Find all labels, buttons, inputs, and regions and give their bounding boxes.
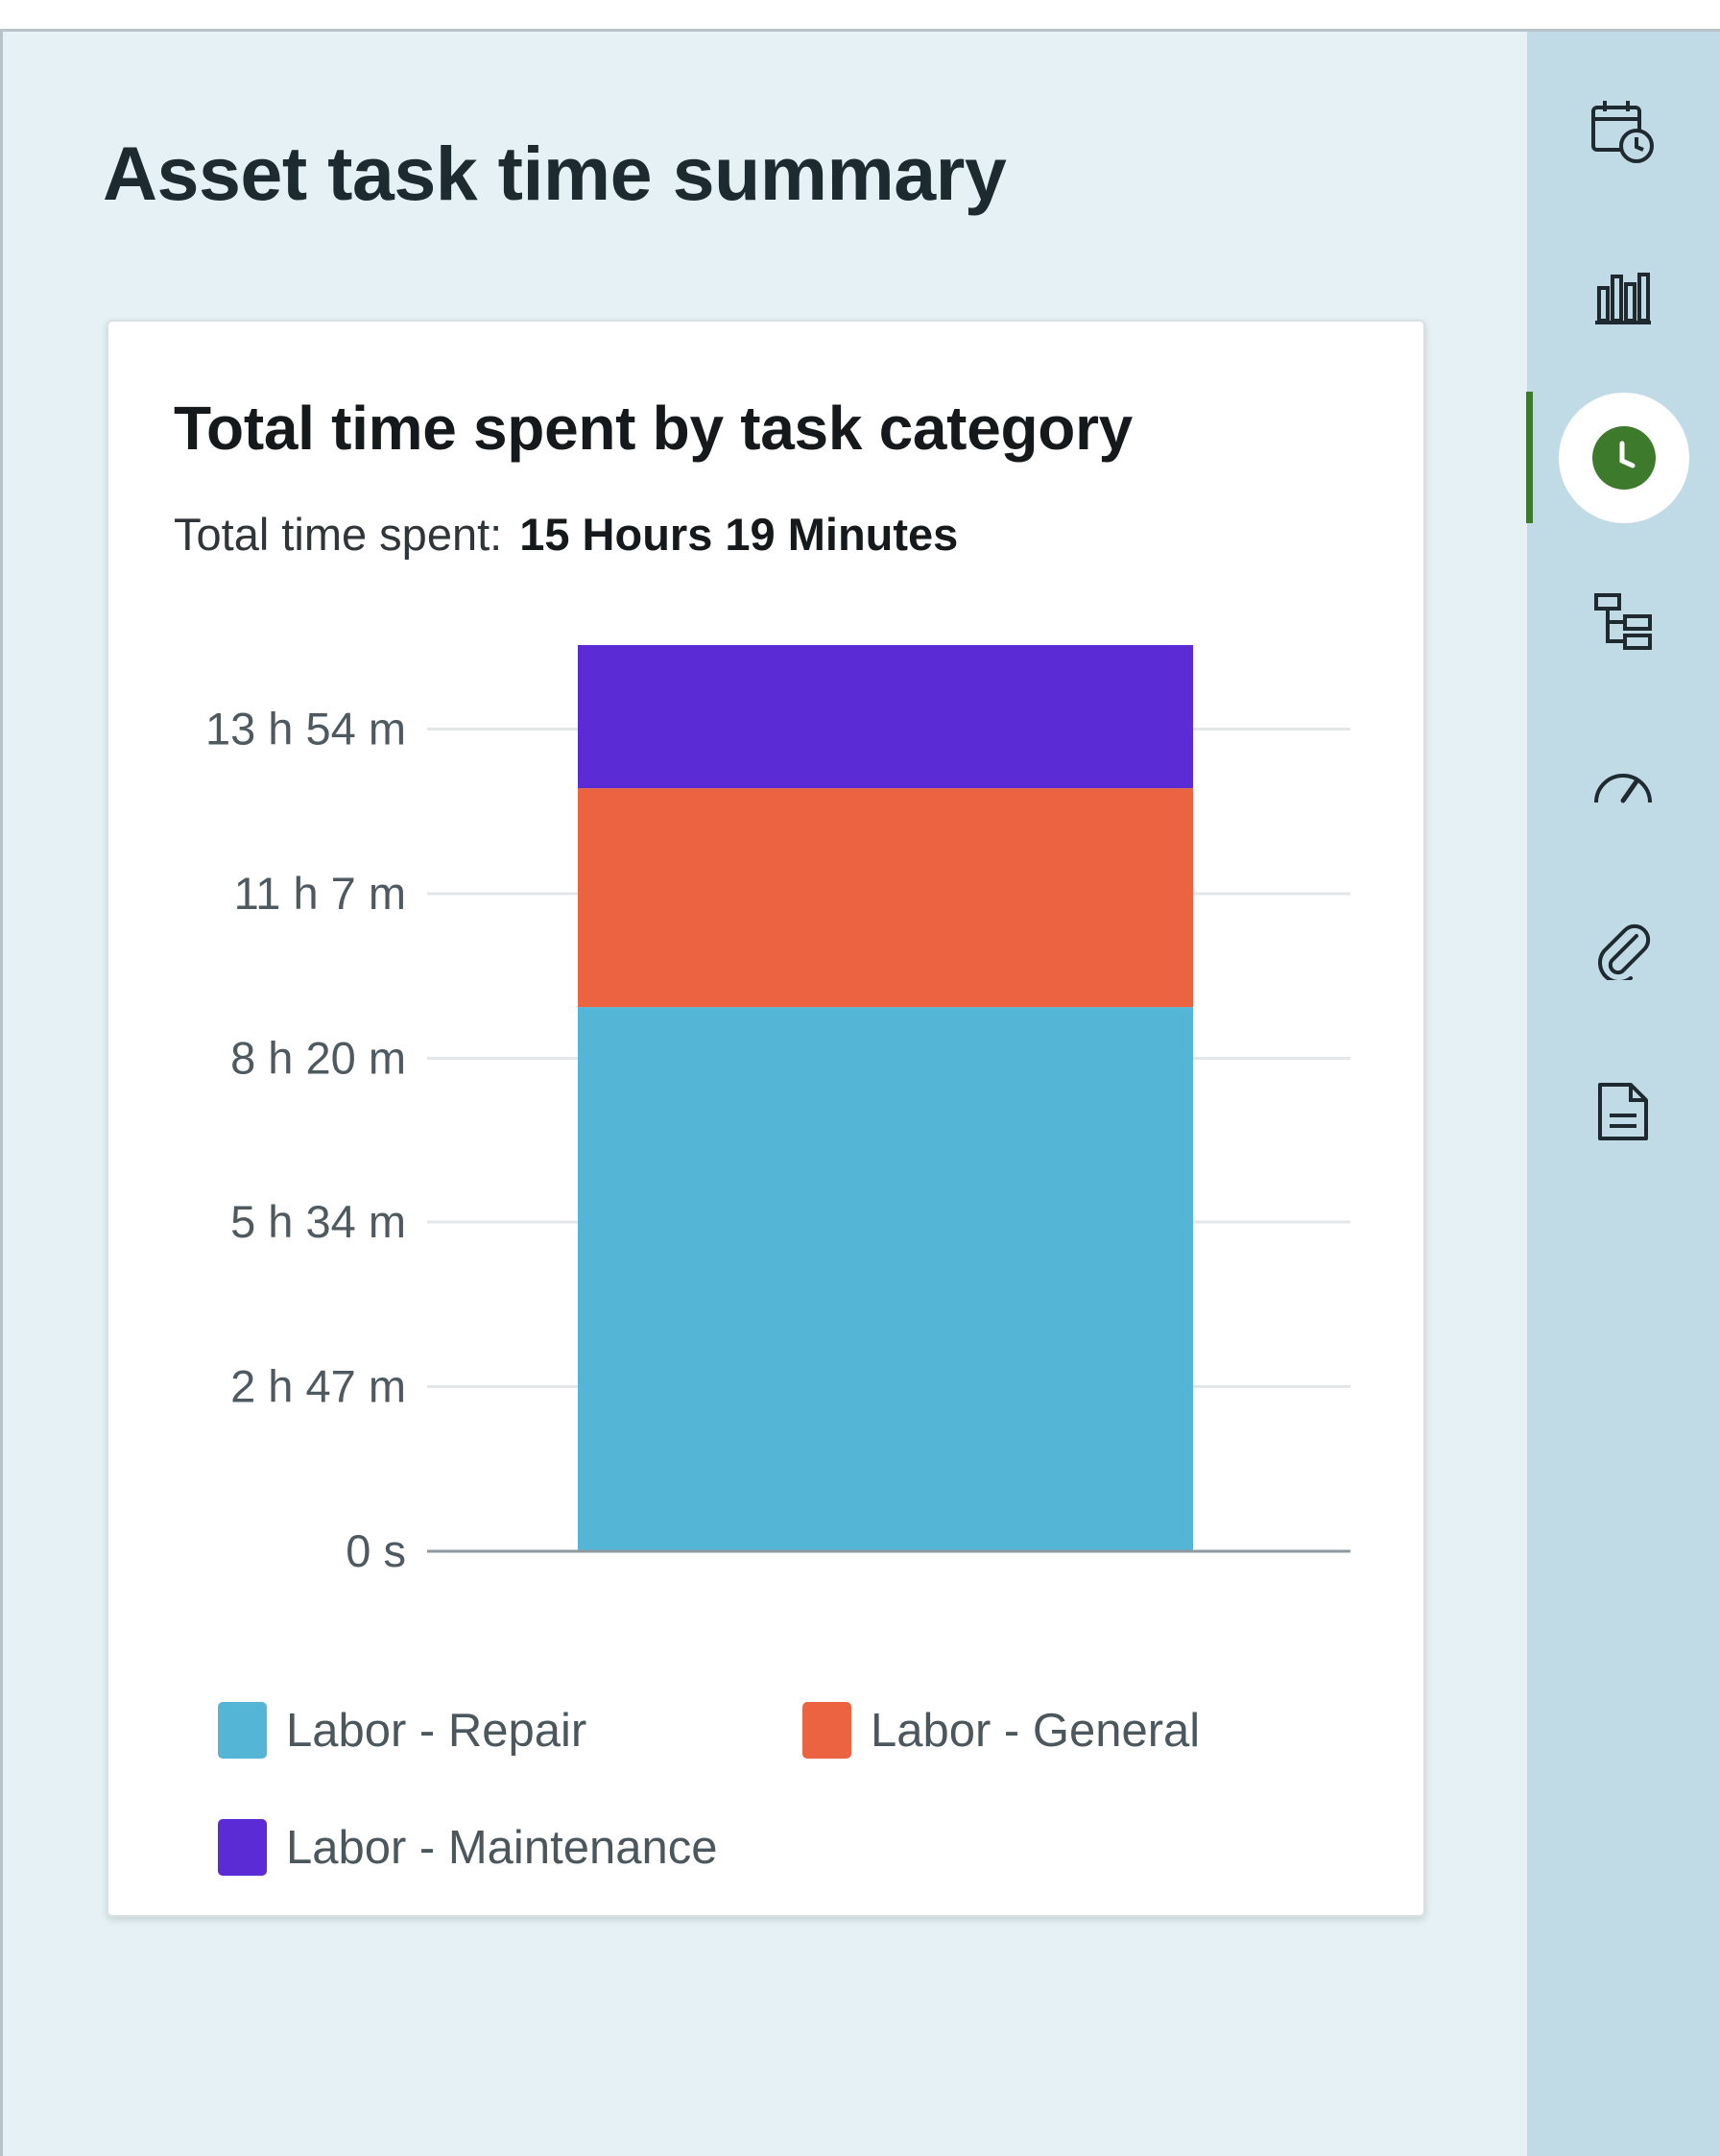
hierarchy-icon [1594, 593, 1652, 650]
bar-segment-labor-general[interactable] [578, 788, 1193, 1008]
legend-item[interactable]: Labor - Maintenance [218, 1819, 717, 1876]
legend-label: Labor - General [871, 1704, 1201, 1757]
y-tick-label: 2 h 47 m [230, 1361, 406, 1412]
y-tick-label: 5 h 34 m [230, 1196, 406, 1247]
bar-chart-icon [1595, 273, 1651, 324]
rail-active-indicator [1526, 392, 1533, 523]
chart-card: Total time spent by task category Total … [107, 320, 1425, 1917]
legend-item[interactable]: Labor - Repair [218, 1702, 586, 1759]
clock-icon [1592, 426, 1656, 490]
rail-item-attachments[interactable] [1562, 888, 1684, 1011]
y-axis-ticks: 0 s 2 h 47 m 5 h 34 m 8 h 20 m 11 h 7 m 13 h … [205, 703, 406, 1576]
bar-segment-labor-repair[interactable] [578, 1007, 1193, 1551]
rail-item-schedule[interactable] [1562, 70, 1684, 193]
legend-label: Labor - Repair [286, 1704, 587, 1757]
speedometer-icon [1594, 774, 1652, 803]
rail-item-documents[interactable] [1562, 1050, 1684, 1173]
document-icon [1598, 1083, 1648, 1140]
y-tick-label: 0 s [346, 1525, 406, 1576]
legend-swatch [218, 1819, 267, 1876]
legend-label: Labor - Maintenance [286, 1821, 718, 1874]
page-title: Asset task time summary [103, 131, 1007, 216]
rail-item-time-summary[interactable] [1559, 393, 1689, 523]
legend-swatch [802, 1702, 851, 1759]
rail-item-hierarchy[interactable] [1562, 561, 1684, 683]
y-tick-label: 13 h 54 m [205, 703, 406, 754]
legend-swatch [218, 1702, 267, 1759]
calendar-clock-icon [1591, 101, 1654, 163]
stacked-bar-chart: 0 s 2 h 47 m 5 h 34 m 8 h 20 m 11 h 7 m 13 h … [205, 645, 1350, 1576]
bar-segment-labor-maintenance[interactable] [578, 645, 1193, 789]
paperclip-icon [1598, 923, 1651, 980]
y-tick-label: 8 h 20 m [230, 1033, 406, 1084]
rail-item-charts[interactable] [1562, 236, 1684, 359]
chart-bars [578, 645, 1193, 1551]
y-tick-label: 11 h 7 m [234, 868, 406, 919]
legend-item[interactable]: Labor - General [802, 1702, 1200, 1759]
rail-item-meters[interactable] [1562, 726, 1684, 849]
